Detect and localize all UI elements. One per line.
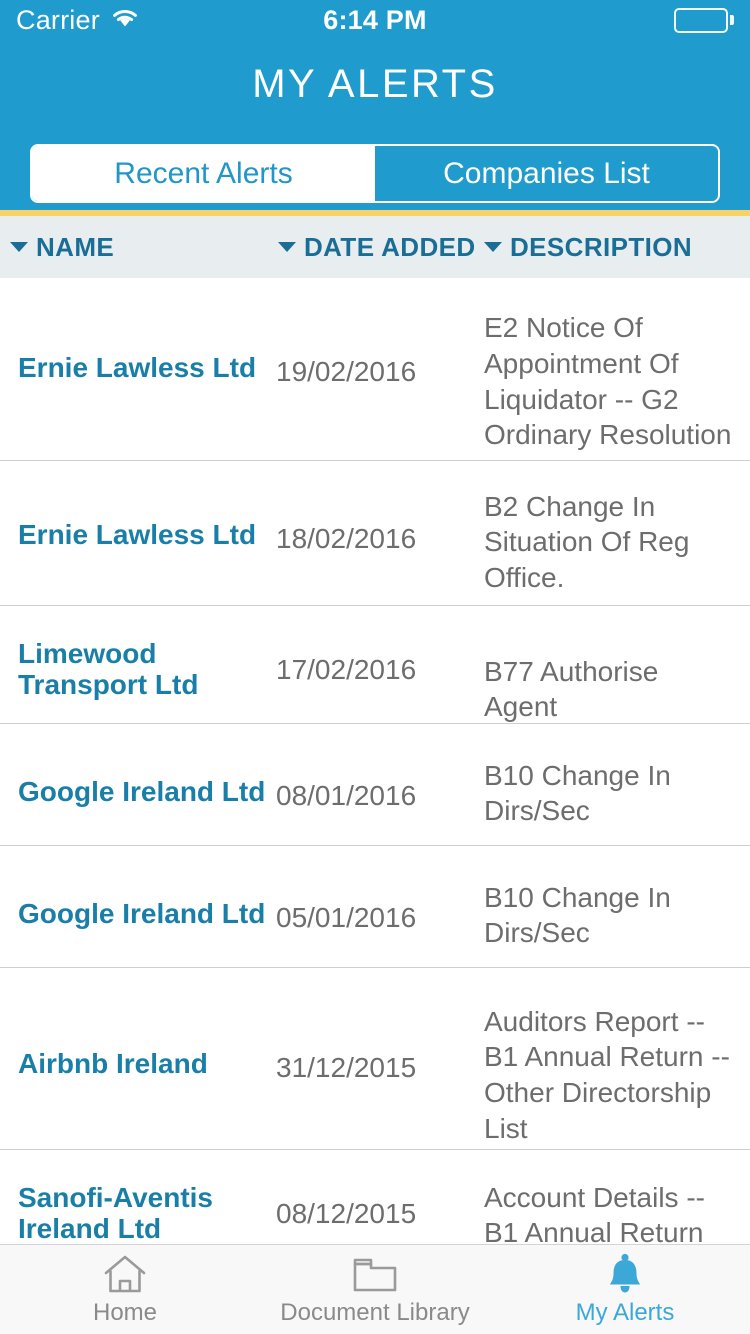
page-title: MY ALERTS bbox=[252, 62, 498, 106]
table-row[interactable]: Ernie Lawless Ltd 18/02/2016 B2 Change I… bbox=[0, 460, 750, 605]
table-row[interactable]: Google Ireland Ltd 08/01/2016 B10 Change… bbox=[0, 723, 750, 845]
tab-bar-item-home-label: Home bbox=[92, 1298, 158, 1326]
table-row[interactable]: Airbnb Ireland 31/12/2015 Auditors Repor… bbox=[0, 967, 750, 1149]
tab-bar-item-document-library[interactable]: Document Library bbox=[250, 1245, 500, 1334]
chevron-down-icon bbox=[278, 242, 296, 252]
tab-companies-list[interactable]: Companies List bbox=[375, 146, 718, 201]
column-header-date-added[interactable]: DATE ADDED bbox=[278, 232, 476, 263]
battery-full-icon bbox=[674, 7, 734, 33]
column-header-description-label: DESCRIPTION bbox=[510, 231, 693, 262]
tab-recent-alerts-label: Recent Alerts bbox=[114, 156, 293, 190]
clock-label: 6:14 PM bbox=[323, 4, 427, 35]
company-name-link[interactable]: Google Ireland Ltd bbox=[18, 758, 268, 825]
tab-companies-list-label: Companies List bbox=[443, 156, 650, 190]
column-header-name-label: NAME bbox=[36, 231, 115, 262]
alerts-list[interactable]: Ernie Lawless Ltd 19/02/2016 E2 Notice O… bbox=[0, 278, 750, 1244]
segmented-control: Recent Alerts Companies List bbox=[30, 144, 720, 203]
app-header: Carrier 6:14 PM MY ALERTS Recent Alerts bbox=[0, 0, 750, 210]
column-header-date-added-label: DATE ADDED bbox=[304, 231, 476, 262]
table-column-header: NAME DATE ADDED DESCRIPTION bbox=[0, 216, 750, 278]
tab-recent-alerts[interactable]: Recent Alerts bbox=[32, 146, 375, 201]
description-value: B10 Change In Dirs/Sec bbox=[484, 759, 671, 827]
date-added-value: 08/12/2015 bbox=[276, 1197, 417, 1229]
date-added-value: 18/02/2016 bbox=[276, 522, 417, 554]
table-row[interactable]: Google Ireland Ltd 05/01/2016 B10 Change… bbox=[0, 845, 750, 967]
table-row[interactable]: Sanofi-Aventis Ireland Ltd 08/12/2015 Ac… bbox=[0, 1149, 750, 1244]
date-added-value: 08/01/2016 bbox=[276, 779, 417, 811]
date-added-value: 19/02/2016 bbox=[276, 356, 417, 387]
date-added-value: 31/12/2015 bbox=[276, 1051, 417, 1083]
status-bar: Carrier 6:14 PM bbox=[0, 0, 750, 40]
description-value: Auditors Report -- B1 Annual Return -- O… bbox=[484, 1005, 730, 1144]
tab-bar-item-my-alerts-label: My Alerts bbox=[575, 1298, 675, 1326]
chevron-down-icon bbox=[484, 242, 502, 252]
date-added-value: 05/01/2016 bbox=[276, 901, 417, 933]
bottom-tab-bar: Home Document Library My Alerts bbox=[0, 1244, 750, 1334]
description-value: B10 Change In Dirs/Sec bbox=[484, 881, 671, 949]
app-screen: Carrier 6:14 PM MY ALERTS Recent Alerts bbox=[0, 0, 750, 1334]
description-value: Account Details -- B1 Annual Return bbox=[484, 1181, 705, 1245]
company-name-link[interactable]: Sanofi-Aventis Ireland Ltd bbox=[18, 1164, 268, 1245]
description-value: E2 Notice Of Appointment Of Liquidator -… bbox=[484, 312, 732, 451]
bell-icon bbox=[603, 1253, 647, 1295]
company-name-link[interactable]: Google Ireland Ltd bbox=[18, 880, 268, 947]
company-name-link[interactable]: Ernie Lawless Ltd bbox=[18, 334, 268, 401]
date-added-value: 17/02/2016 bbox=[276, 653, 417, 685]
table-row[interactable]: Ernie Lawless Ltd 19/02/2016 E2 Notice O… bbox=[0, 278, 750, 460]
description-value: B2 Change In Situation Of Reg Office. bbox=[484, 490, 690, 594]
company-name-link[interactable]: Ernie Lawless Ltd bbox=[18, 501, 268, 568]
chevron-down-icon bbox=[10, 242, 28, 252]
folder-icon bbox=[351, 1253, 399, 1295]
table-row[interactable]: Limewood Transport Ltd 17/02/2016 B77 Au… bbox=[0, 605, 750, 723]
company-name-link[interactable]: Airbnb Ireland bbox=[18, 1030, 268, 1097]
column-header-name[interactable]: NAME bbox=[10, 232, 114, 263]
tab-bar-item-home[interactable]: Home bbox=[0, 1245, 250, 1334]
column-header-description[interactable]: DESCRIPTION bbox=[484, 232, 692, 263]
home-icon bbox=[102, 1253, 148, 1295]
tab-bar-item-my-alerts[interactable]: My Alerts bbox=[500, 1245, 750, 1334]
company-name-link[interactable]: Limewood Transport Ltd bbox=[18, 620, 268, 719]
tab-bar-item-document-library-label: Document Library bbox=[280, 1298, 470, 1326]
